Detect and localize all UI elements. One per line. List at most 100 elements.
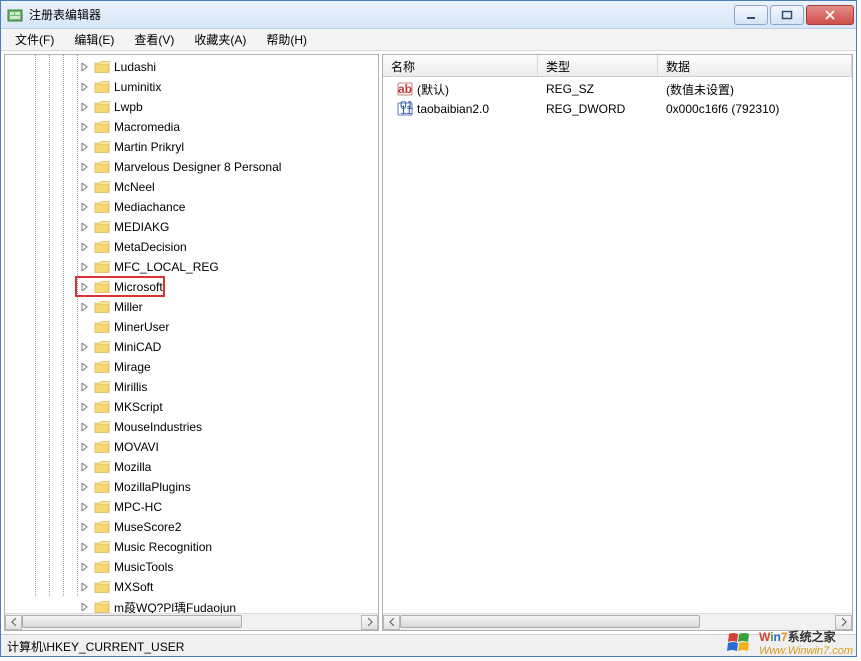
expand-icon[interactable] — [79, 121, 91, 133]
expand-icon[interactable] — [79, 241, 91, 253]
tree-scroll[interactable]: LudashiLuminitix Lwpb MacromediaMartin Pri… — [5, 55, 378, 613]
folder-icon — [94, 320, 110, 334]
tree-item[interactable]: McNeel — [9, 177, 378, 197]
expand-icon[interactable] — [79, 521, 91, 533]
scroll-left-button[interactable] — [383, 615, 400, 630]
folder-icon — [94, 580, 110, 594]
close-button[interactable] — [806, 5, 854, 25]
menu-help[interactable]: 帮助(H) — [256, 28, 317, 51]
expand-icon[interactable] — [79, 181, 91, 193]
expand-icon[interactable] — [79, 381, 91, 393]
scroll-thumb[interactable] — [400, 615, 700, 628]
expand-icon[interactable] — [79, 281, 91, 293]
expand-icon[interactable] — [79, 201, 91, 213]
expand-icon[interactable] — [79, 441, 91, 453]
expand-icon[interactable] — [79, 501, 91, 513]
col-type[interactable]: 类型 — [538, 55, 658, 76]
tree-item[interactable]: MKScript — [9, 397, 378, 417]
scroll-thumb[interactable] — [22, 615, 242, 628]
tree-item-label: Mirage — [114, 360, 151, 374]
tree-item[interactable]: MetaDecision — [9, 237, 378, 257]
tree-item[interactable]: MozillaPlugins — [9, 477, 378, 497]
tree-item[interactable]: Luminitix — [9, 77, 378, 97]
tree-item[interactable]: Lwpb — [9, 97, 378, 117]
col-name[interactable]: 名称 — [383, 55, 538, 76]
list-row[interactable]: ab(默认)REG_SZ(数值未设置) — [383, 79, 852, 99]
scroll-track[interactable] — [400, 615, 835, 630]
app-window: 注册表编辑器 文件(F) 编辑(E) 查看(V) 收藏夹(A) 帮助(H) Lu… — [0, 0, 857, 657]
folder-icon — [94, 420, 110, 434]
tree-item[interactable]: Marvelous Designer 8 Personal — [9, 157, 378, 177]
tree-item[interactable]: MOVAVI — [9, 437, 378, 457]
expand-icon[interactable] — [79, 61, 91, 73]
tree-item[interactable]: MFC_LOCAL_REG — [9, 257, 378, 277]
scroll-right-button[interactable] — [835, 615, 852, 630]
folder-icon — [94, 80, 110, 94]
tree-item[interactable]: MusicTools — [9, 557, 378, 577]
scroll-right-button[interactable] — [361, 615, 378, 630]
expand-icon[interactable] — [79, 361, 91, 373]
expand-icon[interactable] — [79, 81, 91, 93]
expand-icon[interactable] — [79, 141, 91, 153]
expand-icon[interactable] — [79, 601, 91, 613]
expand-icon[interactable] — [79, 261, 91, 273]
tree-item[interactable]: MiniCAD — [9, 337, 378, 357]
expand-icon[interactable] — [79, 101, 91, 113]
tree-item[interactable]: Mediachance — [9, 197, 378, 217]
expand-icon[interactable] — [79, 481, 91, 493]
expand-icon[interactable] — [79, 221, 91, 233]
tree-item[interactable]: Mirage — [9, 357, 378, 377]
tree-item[interactable]: Mozilla — [9, 457, 378, 477]
tree-item[interactable]: Mirillis — [9, 377, 378, 397]
expand-icon[interactable] — [79, 161, 91, 173]
tree-h-scrollbar[interactable] — [5, 613, 378, 630]
tree-item[interactable]: MPC-HC — [9, 497, 378, 517]
expand-icon[interactable] — [79, 401, 91, 413]
tree-item[interactable]: Macromedia — [9, 117, 378, 137]
value-name: (默认) — [417, 81, 449, 98]
list-h-scrollbar[interactable] — [383, 613, 852, 630]
tree-item[interactable]: Microsoft — [9, 277, 378, 297]
tree-item[interactable]: Martin Prikryl — [9, 137, 378, 157]
statusbar: 计算机\HKEY_CURRENT_USER — [1, 634, 856, 656]
scroll-track[interactable] — [22, 615, 361, 630]
menu-file[interactable]: 文件(F) — [5, 28, 64, 51]
expand-icon[interactable] — [79, 461, 91, 473]
menu-favorites[interactable]: 收藏夹(A) — [184, 28, 256, 51]
tree-item[interactable]: Ludashi — [9, 57, 378, 77]
folder-icon — [94, 220, 110, 234]
tree-item[interactable]: Miller — [9, 297, 378, 317]
scroll-left-button[interactable] — [5, 615, 22, 630]
expand-icon[interactable] — [79, 561, 91, 573]
minimize-button[interactable] — [734, 5, 768, 25]
tree-item[interactable]: MEDIAKG — [9, 217, 378, 237]
tree-item[interactable]: MuseScore2 — [9, 517, 378, 537]
menu-view[interactable]: 查看(V) — [124, 28, 184, 51]
list-row[interactable]: 011110taobaibian2.0REG_DWORD0x000c16f6 (… — [383, 99, 852, 119]
expand-icon[interactable] — [79, 541, 91, 553]
expand-icon[interactable] — [79, 421, 91, 433]
tree-item[interactable]: Music Recognition — [9, 537, 378, 557]
tree-item[interactable]: MouseIndustries — [9, 417, 378, 437]
tree-item-label: McNeel — [114, 180, 155, 194]
list-body[interactable]: ab(默认)REG_SZ(数值未设置)011110taobaibian2.0RE… — [383, 77, 852, 613]
tree-item-label: MiniCAD — [114, 340, 161, 354]
expand-icon[interactable] — [79, 301, 91, 313]
tree-item-label: Lwpb — [114, 100, 143, 114]
expand-icon[interactable] — [79, 341, 91, 353]
tree-item-label: Marvelous Designer 8 Personal — [114, 160, 281, 174]
titlebar[interactable]: 注册表编辑器 — [1, 1, 856, 29]
folder-icon — [94, 360, 110, 374]
tree-item[interactable]: m葮WQ?Pl瑀Fudaojun — [9, 597, 378, 613]
expand-icon[interactable] — [79, 581, 91, 593]
value-type: REG_DWORD — [538, 102, 658, 116]
window-title: 注册表编辑器 — [29, 6, 101, 23]
maximize-button[interactable] — [770, 5, 804, 25]
menubar: 文件(F) 编辑(E) 查看(V) 收藏夹(A) 帮助(H) — [1, 29, 856, 51]
tree-item-label: MFC_LOCAL_REG — [114, 260, 219, 274]
tree-item-label: Mirillis — [114, 380, 147, 394]
tree-item[interactable]: MXSoft — [9, 577, 378, 597]
menu-edit[interactable]: 编辑(E) — [64, 28, 124, 51]
col-data[interactable]: 数据 — [658, 55, 852, 76]
tree-item[interactable]: MinerUser — [9, 317, 378, 337]
